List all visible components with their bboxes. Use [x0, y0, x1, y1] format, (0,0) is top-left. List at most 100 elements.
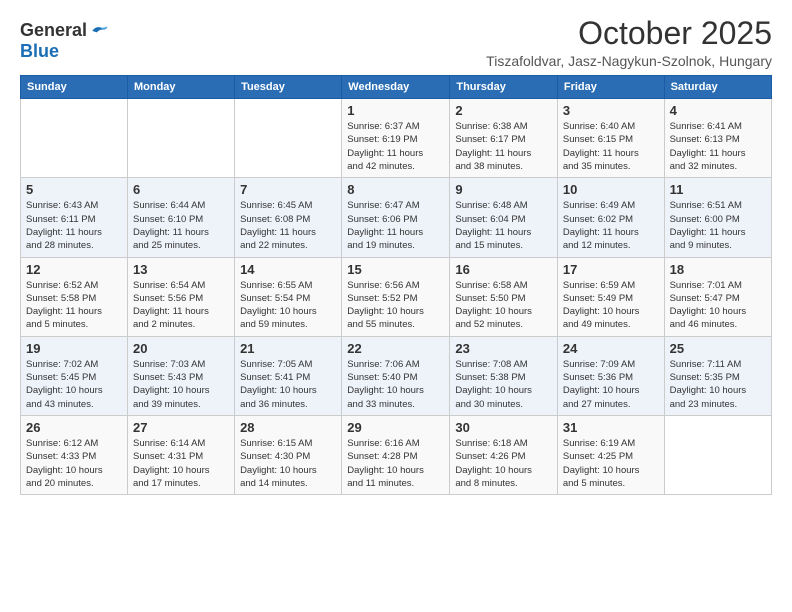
day-number: 16: [455, 262, 552, 277]
day-info: Sunrise: 6:54 AM Sunset: 5:56 PM Dayligh…: [133, 279, 229, 332]
day-number: 29: [347, 420, 444, 435]
day-number: 22: [347, 341, 444, 356]
calendar-header-row: Sunday Monday Tuesday Wednesday Thursday…: [21, 76, 772, 99]
day-number: 7: [240, 182, 336, 197]
day-info: Sunrise: 6:18 AM Sunset: 4:26 PM Dayligh…: [455, 437, 552, 490]
day-number: 26: [26, 420, 122, 435]
calendar-cell: 17Sunrise: 6:59 AM Sunset: 5:49 PM Dayli…: [557, 257, 664, 336]
calendar-cell: 25Sunrise: 7:11 AM Sunset: 5:35 PM Dayli…: [664, 336, 771, 415]
day-number: 3: [563, 103, 659, 118]
day-info: Sunrise: 6:15 AM Sunset: 4:30 PM Dayligh…: [240, 437, 336, 490]
col-friday: Friday: [557, 76, 664, 99]
day-info: Sunrise: 6:55 AM Sunset: 5:54 PM Dayligh…: [240, 279, 336, 332]
col-tuesday: Tuesday: [235, 76, 342, 99]
calendar-cell: 18 Sunrise: 7:01 AM Sunset: 5:47 PM Dayli…: [664, 257, 771, 336]
day-info: Sunrise: 6:19 AM Sunset: 4:25 PM Dayligh…: [563, 437, 659, 490]
logo-bird-icon: [89, 21, 109, 41]
day-number: 6: [133, 182, 229, 197]
day-info: Sunrise: 7:05 AM Sunset: 5:41 PM Dayligh…: [240, 358, 336, 411]
logo-text: General: [20, 20, 109, 41]
calendar-table: Sunday Monday Tuesday Wednesday Thursday…: [20, 75, 772, 495]
day-info: Sunrise: 6:48 AM Sunset: 6:04 PM Dayligh…: [455, 199, 552, 252]
logo: General Blue: [20, 20, 109, 62]
day-number: 8: [347, 182, 444, 197]
day-number: 25: [670, 341, 766, 356]
day-info: Sunrise: 6:52 AM Sunset: 5:58 PM Dayligh…: [26, 279, 122, 332]
day-info: Sunrise: 7:08 AM Sunset: 5:38 PM Dayligh…: [455, 358, 552, 411]
calendar-cell: 2 Sunrise: 6:38 AM Sunset: 6:17 PM Daylig…: [450, 99, 558, 178]
day-info: Sunrise: 7:02 AM Sunset: 5:45 PM Dayligh…: [26, 358, 122, 411]
day-info: Sunrise: 6:41 AM Sunset: 6:13 PM Dayligh…: [670, 120, 766, 173]
calendar-cell: 1 Sunrise: 6:37 AM Sunset: 6:19 PM Daylig…: [342, 99, 450, 178]
calendar-cell: 22 Sunrise: 7:06 AM Sunset: 5:40 PM Dayli…: [342, 336, 450, 415]
day-info: Sunrise: 6:51 AM Sunset: 6:00 PM Dayligh…: [670, 199, 766, 252]
day-number: 15: [347, 262, 444, 277]
calendar-cell: 11 Sunrise: 6:51 AM Sunset: 6:00 PM Dayli…: [664, 178, 771, 257]
day-info: Sunrise: 6:12 AM Sunset: 4:33 PM Dayligh…: [26, 437, 122, 490]
col-sunday: Sunday: [21, 76, 128, 99]
day-info: Sunrise: 7:06 AM Sunset: 5:40 PM Dayligh…: [347, 358, 444, 411]
day-info: Sunrise: 6:45 AM Sunset: 6:08 PM Dayligh…: [240, 199, 336, 252]
day-info: Sunrise: 6:37 AM Sunset: 6:19 PM Dayligh…: [347, 120, 444, 173]
day-info: Sunrise: 6:14 AM Sunset: 4:31 PM Dayligh…: [133, 437, 229, 490]
day-info: Sunrise: 7:09 AM Sunset: 5:36 PM Dayligh…: [563, 358, 659, 411]
day-number: 20: [133, 341, 229, 356]
day-number: 31: [563, 420, 659, 435]
calendar-cell: 27 Sunrise: 6:14 AM Sunset: 4:31 PM Dayli…: [127, 415, 234, 494]
calendar-cell: [127, 99, 234, 178]
calendar-cell: 29 Sunrise: 6:16 AM Sunset: 4:28 PM Dayli…: [342, 415, 450, 494]
calendar-cell: 26 Sunrise: 6:12 AM Sunset: 4:33 PM Dayli…: [21, 415, 128, 494]
calendar-cell: 13 Sunrise: 6:54 AM Sunset: 5:56 PM Dayli…: [127, 257, 234, 336]
col-wednesday: Wednesday: [342, 76, 450, 99]
calendar-cell: [664, 415, 771, 494]
day-number: 18: [670, 262, 766, 277]
day-number: 14: [240, 262, 336, 277]
day-number: 11: [670, 182, 766, 197]
day-number: 5: [26, 182, 122, 197]
day-info: Sunrise: 6:47 AM Sunset: 6:06 PM Dayligh…: [347, 199, 444, 252]
calendar-cell: 9 Sunrise: 6:48 AM Sunset: 6:04 PM Daylig…: [450, 178, 558, 257]
day-number: 2: [455, 103, 552, 118]
calendar-cell: 7 Sunrise: 6:45 AM Sunset: 6:08 PM Daylig…: [235, 178, 342, 257]
calendar-cell: 16 Sunrise: 6:58 AM Sunset: 5:50 PM Dayli…: [450, 257, 558, 336]
calendar-cell: 6Sunrise: 6:44 AM Sunset: 6:10 PM Daylig…: [127, 178, 234, 257]
col-thursday: Thursday: [450, 76, 558, 99]
day-number: 27: [133, 420, 229, 435]
day-number: 9: [455, 182, 552, 197]
day-info: Sunrise: 6:38 AM Sunset: 6:17 PM Dayligh…: [455, 120, 552, 173]
day-number: 13: [133, 262, 229, 277]
day-info: Sunrise: 6:49 AM Sunset: 6:02 PM Dayligh…: [563, 199, 659, 252]
calendar-cell: 28 Sunrise: 6:15 AM Sunset: 4:30 PM Dayli…: [235, 415, 342, 494]
calendar-cell: 23Sunrise: 7:08 AM Sunset: 5:38 PM Dayli…: [450, 336, 558, 415]
calendar-cell: 20Sunrise: 7:03 AM Sunset: 5:43 PM Dayli…: [127, 336, 234, 415]
day-info: Sunrise: 6:40 AM Sunset: 6:15 PM Dayligh…: [563, 120, 659, 173]
col-monday: Monday: [127, 76, 234, 99]
day-info: Sunrise: 6:58 AM Sunset: 5:50 PM Dayligh…: [455, 279, 552, 332]
calendar-week-1: 1 Sunrise: 6:37 AM Sunset: 6:19 PM Daylig…: [21, 99, 772, 178]
day-number: 24: [563, 341, 659, 356]
day-number: 30: [455, 420, 552, 435]
calendar-week-2: 5 Sunrise: 6:43 AM Sunset: 6:11 PM Daylig…: [21, 178, 772, 257]
calendar-cell: 8 Sunrise: 6:47 AM Sunset: 6:06 PM Daylig…: [342, 178, 450, 257]
day-info: Sunrise: 6:56 AM Sunset: 5:52 PM Dayligh…: [347, 279, 444, 332]
day-number: 19: [26, 341, 122, 356]
subtitle: Tiszafoldvar, Jasz-Nagykun-Szolnok, Hung…: [486, 53, 772, 69]
day-number: 1: [347, 103, 444, 118]
header: General Blue October 2025 Tiszafoldvar, …: [20, 16, 772, 69]
title-block: October 2025 Tiszafoldvar, Jasz-Nagykun-…: [486, 16, 772, 69]
calendar-cell: 24 Sunrise: 7:09 AM Sunset: 5:36 PM Dayli…: [557, 336, 664, 415]
day-info: Sunrise: 6:16 AM Sunset: 4:28 PM Dayligh…: [347, 437, 444, 490]
day-number: 12: [26, 262, 122, 277]
logo-general: General: [20, 20, 87, 41]
day-number: 28: [240, 420, 336, 435]
calendar-cell: 31 Sunrise: 6:19 AM Sunset: 4:25 PM Dayli…: [557, 415, 664, 494]
calendar-cell: [235, 99, 342, 178]
day-info: Sunrise: 6:59 AM Sunset: 5:49 PM Dayligh…: [563, 279, 659, 332]
calendar-week-5: 26 Sunrise: 6:12 AM Sunset: 4:33 PM Dayli…: [21, 415, 772, 494]
calendar-cell: 3 Sunrise: 6:40 AM Sunset: 6:15 PM Daylig…: [557, 99, 664, 178]
day-number: 21: [240, 341, 336, 356]
calendar-cell: 4Sunrise: 6:41 AM Sunset: 6:13 PM Daylig…: [664, 99, 771, 178]
day-info: Sunrise: 6:43 AM Sunset: 6:11 PM Dayligh…: [26, 199, 122, 252]
day-info: Sunrise: 7:01 AM Sunset: 5:47 PM Dayligh…: [670, 279, 766, 332]
calendar-cell: 21 Sunrise: 7:05 AM Sunset: 5:41 PM Dayli…: [235, 336, 342, 415]
